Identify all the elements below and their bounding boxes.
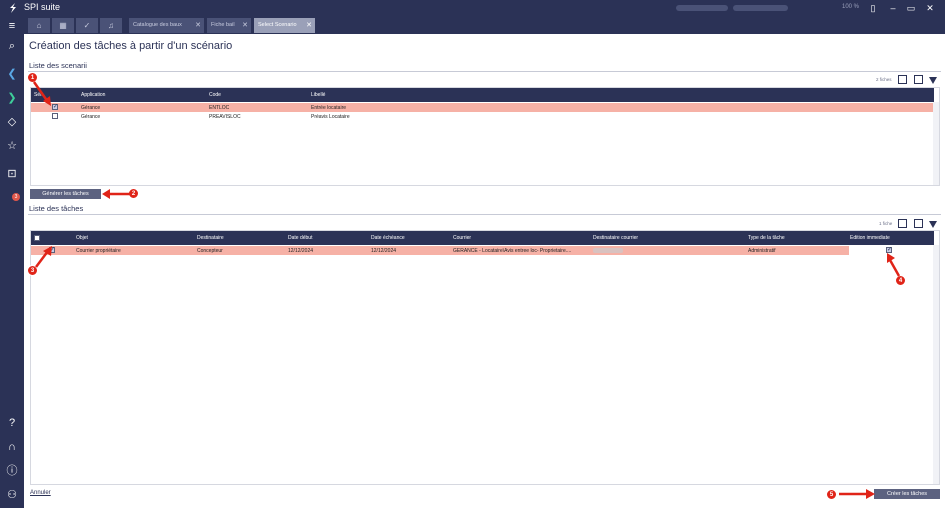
- minimize-button[interactable]: –: [886, 2, 900, 14]
- notification-badge: 3: [12, 193, 20, 201]
- col-application[interactable]: Application: [81, 92, 105, 98]
- close-window-button[interactable]: ✕: [923, 2, 937, 14]
- scrollbar[interactable]: [933, 102, 939, 185]
- app-title: SPI suite: [24, 2, 61, 12]
- table-row[interactable]: Gérance ENTLOC Entrée locataire: [31, 103, 934, 112]
- export-icon[interactable]: [898, 219, 907, 228]
- cell-code: ENTLOC: [209, 105, 230, 111]
- destinataire-courrier-blurred: [593, 248, 623, 253]
- tab-catalogue-des-baux[interactable]: Catalogue des baux ✕: [129, 18, 204, 33]
- menu-icon[interactable]: ≡: [4, 18, 20, 34]
- grid-header: Objet Destinataire Date début Date échéa…: [31, 231, 934, 245]
- col-objet[interactable]: Objet: [76, 235, 88, 241]
- table-row[interactable]: Gérance PREAVISLOC Préavis Locataire: [31, 112, 934, 121]
- scrollbar[interactable]: [933, 245, 939, 484]
- select-all-checkbox[interactable]: [34, 235, 40, 241]
- grid-header: Sél. Application Code Libellé: [31, 88, 934, 102]
- back-icon[interactable]: ❮: [4, 66, 20, 82]
- cell-destinataire: Concepteur: [197, 248, 223, 254]
- tab-strip: ⌂ ▦ ✓ ♫ Catalogue des baux ✕ Fiche bail ✕ …: [24, 17, 945, 34]
- generate-tasks-button[interactable]: Générer les tâches: [30, 189, 101, 199]
- help-icon[interactable]: ?: [4, 415, 20, 431]
- tasks-section-title: Liste des tâches: [29, 204, 84, 213]
- tab-label: Fiche bail: [211, 22, 235, 28]
- close-icon[interactable]: ✕: [195, 18, 201, 33]
- page-title: Création des tâches à partir d'un scénar…: [29, 40, 233, 52]
- title-bar: SPI suite 100 % ▯ – ▭ ✕: [0, 0, 945, 17]
- cell-type: Administratif: [748, 248, 776, 254]
- document-icon[interactable]: ▯: [866, 2, 880, 14]
- cell-application: Gérance: [81, 114, 101, 120]
- columns-icon[interactable]: [914, 75, 923, 84]
- col-libelle[interactable]: Libellé: [311, 92, 325, 98]
- col-destinataire-courrier[interactable]: Destinataire courrier: [593, 235, 638, 241]
- scenarios-section-title: Liste des scenarii: [29, 61, 87, 70]
- cell-libelle: Préavis Locataire: [311, 114, 350, 120]
- search-icon[interactable]: ⌕: [4, 38, 20, 54]
- left-sidebar: ≡ ⌕ ❮ ❯ ◇ ☆ ⊡ 3 ? ∩ ⓘ ⚇: [0, 17, 24, 508]
- zoom-level: 100 %: [842, 4, 860, 10]
- cancel-link[interactable]: Annuler: [30, 490, 51, 496]
- code-icon[interactable]: ◇: [4, 114, 20, 130]
- tasks-count: 1 fiche: [879, 221, 893, 226]
- filter-icon[interactable]: [929, 221, 937, 228]
- close-icon[interactable]: ✕: [306, 18, 312, 33]
- cell-application: Gérance: [81, 105, 101, 111]
- tasks-grid: Objet Destinataire Date début Date échéa…: [30, 230, 940, 485]
- cell-date-debut: 12/12/2024: [288, 248, 314, 254]
- user-info-blurred: [676, 5, 728, 11]
- bell-icon[interactable]: ♫: [100, 18, 122, 33]
- col-courrier[interactable]: Courrier: [453, 235, 471, 241]
- annotation-arrow-3: [35, 246, 52, 268]
- annotation-arrow-4: [887, 253, 901, 277]
- columns-icon[interactable]: [914, 219, 923, 228]
- context-info-blurred: [733, 5, 788, 11]
- col-edition-immediate[interactable]: Edition immediate: [850, 235, 890, 241]
- cell-code: PREAVISLOC: [209, 114, 241, 120]
- scenarios-count: 2 fiches: [876, 77, 892, 82]
- col-code[interactable]: Code: [209, 92, 221, 98]
- tab-label: Select Scenario: [258, 22, 297, 28]
- check-icon[interactable]: ✓: [76, 18, 98, 33]
- tab-label: Catalogue des baux: [133, 22, 182, 28]
- annotation-arrow-2: [102, 189, 130, 199]
- app-logo-icon: [10, 3, 16, 13]
- cell-courrier: GERANCE - Locataire\Avis entree loc- Pro…: [453, 248, 572, 254]
- row-checkbox[interactable]: [52, 113, 58, 119]
- lock-icon[interactable]: ⊡: [4, 166, 20, 182]
- divider: [28, 71, 941, 72]
- scenarios-grid: Sél. Application Code Libellé Gérance EN…: [30, 87, 940, 186]
- home-icon[interactable]: ⌂: [28, 18, 50, 33]
- star-icon[interactable]: ☆: [4, 138, 20, 154]
- col-destinataire[interactable]: Destinataire: [197, 235, 224, 241]
- divider: [28, 214, 941, 215]
- maximize-button[interactable]: ▭: [904, 2, 918, 14]
- cell-libelle: Entrée locataire: [311, 105, 347, 111]
- headset-icon[interactable]: ∩: [4, 439, 20, 455]
- export-icon[interactable]: [898, 75, 907, 84]
- col-date-echeance[interactable]: Date échéance: [371, 235, 405, 241]
- tab-fiche-bail[interactable]: Fiche bail ✕: [207, 18, 251, 33]
- tab-select-scenario[interactable]: Select Scenario ✕: [254, 18, 315, 33]
- app-window: SPI suite 100 % ▯ – ▭ ✕ ≡ ⌕ ❮ ❯ ◇ ☆ ⊡ 3 …: [0, 0, 945, 508]
- close-icon[interactable]: ✕: [242, 18, 248, 33]
- forward-icon[interactable]: ❯: [4, 90, 20, 106]
- cell-objet: Courrier propriétaire: [76, 248, 121, 254]
- filter-icon[interactable]: [929, 77, 937, 84]
- annotation-marker-5: 5: [826, 489, 837, 500]
- calendar-icon[interactable]: ▦: [52, 18, 74, 33]
- table-row[interactable]: Courrier propriétaire Concepteur 12/12/2…: [31, 246, 934, 255]
- user-icon[interactable]: ⚇: [4, 487, 20, 503]
- col-date-debut[interactable]: Date début: [288, 235, 312, 241]
- col-type-tache[interactable]: Type de la tâche: [748, 235, 785, 241]
- info-icon[interactable]: ⓘ: [4, 463, 20, 479]
- create-tasks-button[interactable]: Créer les tâches: [874, 489, 940, 499]
- main-content: Création des tâches à partir d'un scénar…: [24, 34, 945, 508]
- cell-date-echeance: 12/12/2024: [371, 248, 397, 254]
- annotation-arrow-1: [32, 81, 51, 106]
- annotation-arrow-5: [839, 489, 875, 499]
